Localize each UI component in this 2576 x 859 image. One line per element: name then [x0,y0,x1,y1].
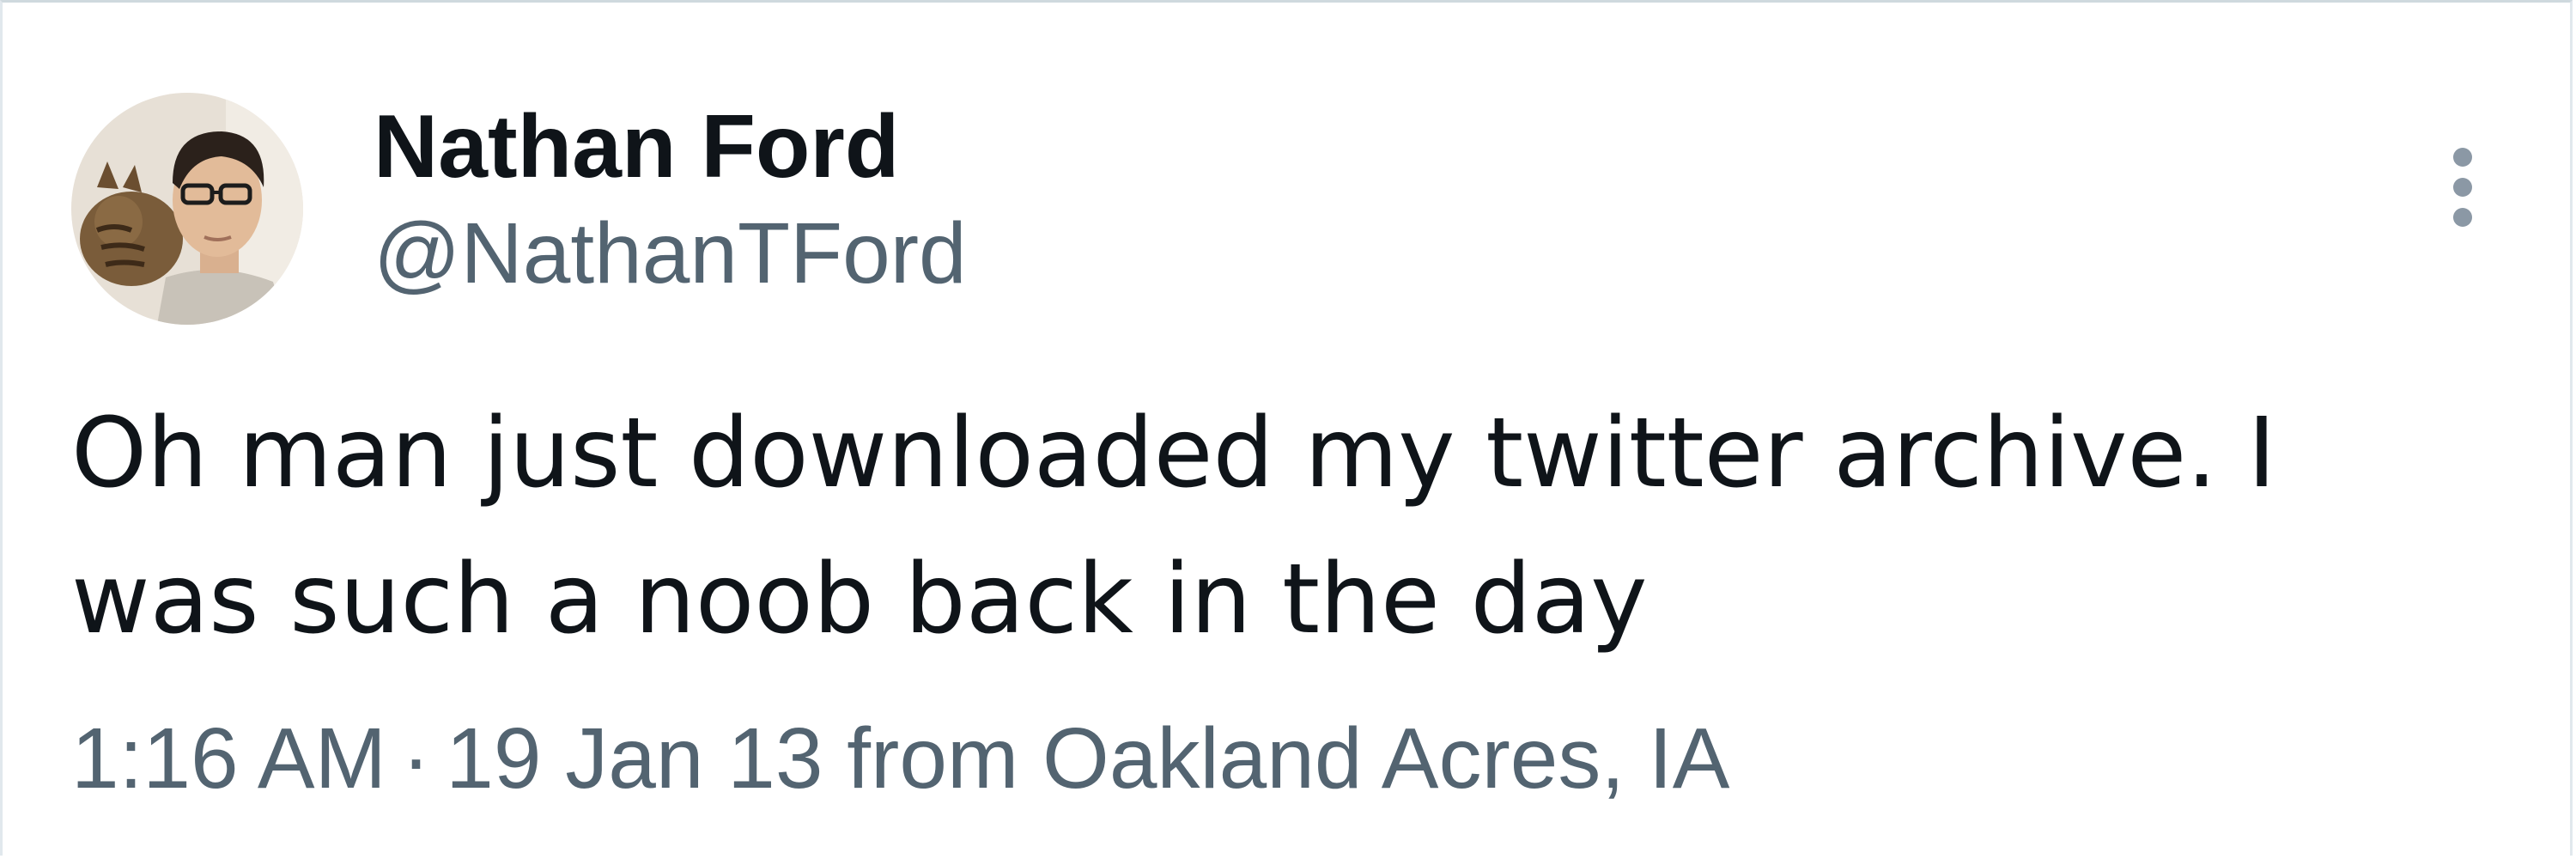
tweet-card: Nathan Ford @NathanTFord Oh man just dow… [0,0,2573,856]
meta-separator: · [401,710,431,807]
avatar[interactable] [71,93,303,325]
tweet-meta: 1:16 AM · 19 Jan 13 from Oakland Acres, IA [71,707,1729,810]
more-options-button[interactable] [2433,140,2493,235]
tweet-text: Oh man just downloaded my twitter archiv… [71,398,2276,655]
author-display-name[interactable]: Nathan Ford [374,95,899,198]
tweet-date-location[interactable]: 19 Jan 13 from Oakland Acres, IA [446,710,1729,807]
more-vertical-icon [2453,148,2472,227]
author-handle[interactable]: @NathanTFord [374,202,967,305]
profile-photo-icon [71,93,303,325]
tweet-time[interactable]: 1:16 AM [71,710,386,807]
